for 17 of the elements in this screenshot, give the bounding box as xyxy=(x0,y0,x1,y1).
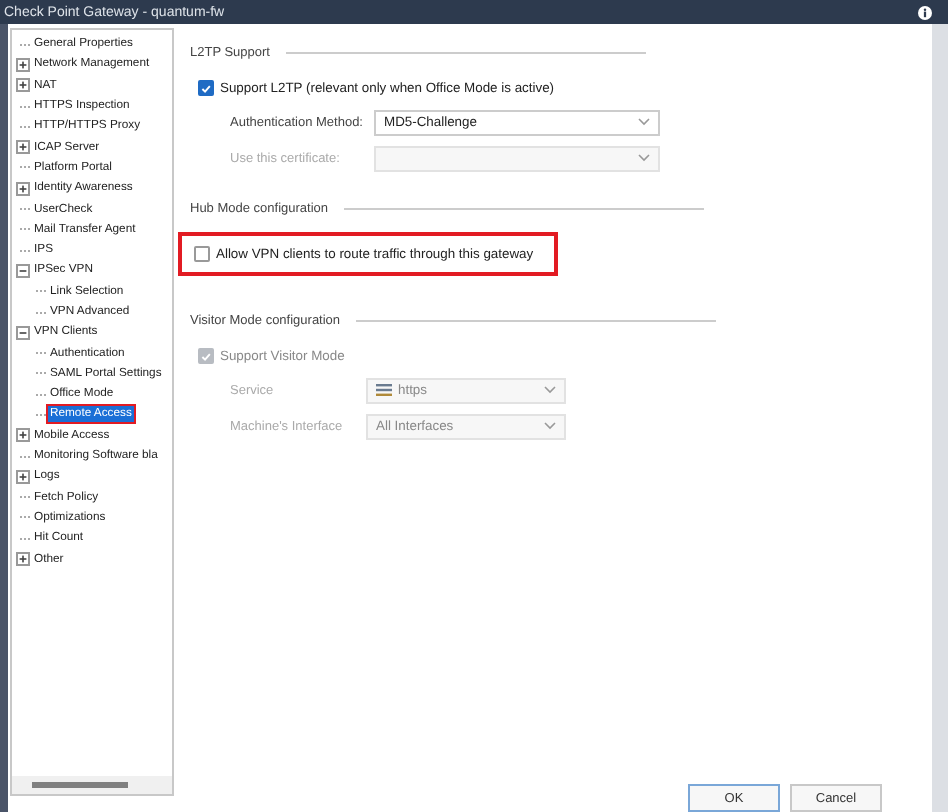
checkbox[interactable] xyxy=(194,246,210,262)
expand-icon[interactable] xyxy=(16,181,30,196)
scrollbar[interactable] xyxy=(12,776,172,794)
checkbox[interactable] xyxy=(198,80,214,96)
expand-icon[interactable] xyxy=(16,428,30,443)
collapse-icon[interactable] xyxy=(16,263,30,278)
expand-icon[interactable] xyxy=(16,78,30,93)
collapse-icon[interactable] xyxy=(16,325,30,340)
expand-icon[interactable] xyxy=(16,552,30,567)
expand-icon[interactable] xyxy=(16,140,30,155)
expand-icon[interactable] xyxy=(16,57,30,72)
chevron-icon xyxy=(544,422,556,430)
chevron-icon xyxy=(638,118,650,126)
chevron-icon xyxy=(638,154,650,162)
chevron-icon xyxy=(544,386,556,394)
expand-icon[interactable] xyxy=(16,469,30,484)
help-icon[interactable] xyxy=(918,5,932,19)
